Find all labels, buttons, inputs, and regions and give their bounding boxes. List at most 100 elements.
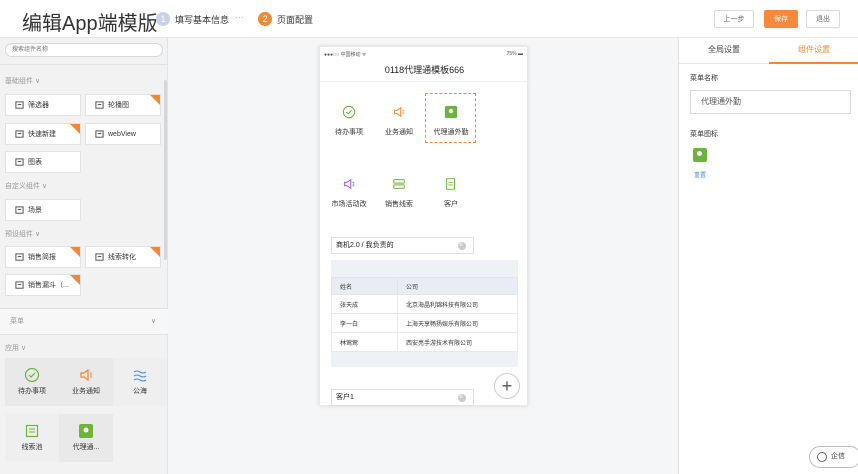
component-quick-create[interactable]: 快速新建 [5, 123, 81, 145]
chat-button[interactable]: 企信 [809, 446, 858, 468]
carrier-text: ●●●○○ 中国移动 ᯤ [324, 52, 367, 58]
app-agent-field[interactable]: 代理通... [59, 414, 113, 462]
component-carousel[interactable]: 轮播图 [85, 94, 161, 116]
phone-item-notice[interactable]: 业务通知 [373, 105, 425, 137]
phone-item-customer[interactable]: 客户 [425, 177, 477, 209]
component-icon [95, 130, 104, 138]
app-notice[interactable]: 业务通知 [59, 358, 113, 406]
component-label: 快速新建 [28, 131, 56, 138]
component-chart[interactable]: 图表 [5, 151, 81, 173]
step-2[interactable]: 2 页面配置 [258, 12, 313, 26]
app-label: 公海 [133, 388, 147, 395]
filter-label: 商机2.0 / 我负责的 [336, 242, 394, 249]
custom-section-header[interactable]: 自定义组件 ∨ [5, 181, 47, 191]
table-cell: 林莺莺 [331, 332, 398, 352]
megaphone-icon [394, 106, 405, 118]
component-label: 线索转化 [108, 254, 136, 261]
table-row[interactable]: 张天成 北京海晶利锦科技有限公司 [331, 294, 518, 314]
component-icon [95, 253, 104, 261]
clear-icon[interactable] [458, 390, 466, 405]
settings-panel: 全局设置 组件设置 菜单名称 代理通外勤 菜单图标 重置 [678, 38, 858, 474]
component-icon [95, 101, 104, 109]
step-2-number: 2 [258, 12, 272, 26]
component-label: 场景 [28, 207, 42, 214]
component-label: 图表 [28, 159, 42, 166]
prev-button[interactable]: 上一步 [714, 10, 754, 28]
tab-global-settings[interactable]: 全局设置 [679, 38, 769, 64]
component-label: webView [108, 130, 136, 138]
step-divider: ··· [235, 12, 244, 22]
table-container: 姓名 公司 张天成 北京海晶利锦科技有限公司 李一白 上海天享畅扬娱乐有限公司 … [331, 260, 518, 367]
reset-link[interactable]: 重置 [694, 170, 706, 179]
search-input[interactable] [5, 43, 163, 57]
basic-section-header[interactable]: 基础组件 ∨ [5, 76, 40, 86]
item-label: 销售线索 [385, 201, 413, 208]
exit-button[interactable]: 退出 [806, 10, 840, 28]
app-lead-pool[interactable]: 线索池 [5, 414, 59, 462]
phone-preview: ●●●○○ 中国移动 ᯤ 75% ▬ 0118代理通模板666 待办事项 业务通… [319, 46, 529, 406]
component-scene[interactable]: 场景 [5, 199, 81, 221]
phone-item-todo[interactable]: 待办事项 [323, 105, 375, 137]
app-label: 业务通知 [72, 388, 100, 395]
table-cell: 西安亮手游技术有限公司 [397, 332, 518, 352]
app-label: 线索池 [21, 444, 43, 451]
app-label: 代理通... [72, 444, 100, 451]
menu-collapse-row[interactable]: 菜单 ∨ [0, 308, 168, 335]
component-sales-funnel[interactable]: 销售漏斗（... [5, 274, 81, 296]
component-sidebar: 基础组件 ∨ 筛选器 轮播图 快速新建 webView 图表 自定义组件 ∨ 场… [0, 38, 168, 474]
app-section-header[interactable]: 应用 ∨ [5, 343, 26, 353]
table-cell: 北京海晶利锦科技有限公司 [397, 294, 518, 314]
component-label: 筛选器 [28, 102, 49, 109]
divider [320, 81, 529, 82]
menu-name-input[interactable]: 代理通外勤 [690, 90, 851, 114]
filter-selector-customer[interactable]: 客户1 [331, 389, 474, 406]
app-public-sea[interactable]: 公海 [113, 358, 167, 406]
list-box-icon [25, 424, 39, 438]
component-icon [15, 158, 24, 166]
item-label: 代理通外勤 [433, 129, 469, 136]
page-title: 编辑App端模版 [22, 13, 158, 35]
component-filter[interactable]: 筛选器 [5, 94, 81, 116]
filter-selector[interactable]: 商机2.0 / 我负责的 [331, 237, 474, 254]
battery-text: 75% ▬ [506, 51, 523, 57]
sidebar-scrollbar[interactable] [164, 80, 167, 260]
megaphone-icon [80, 368, 92, 382]
document-icon [446, 178, 455, 190]
tab-component-settings[interactable]: 组件设置 [769, 38, 858, 64]
item-label: 市场活动改 [331, 201, 367, 208]
component-icon [15, 206, 24, 214]
phone-item-leads[interactable]: 销售线索 [373, 177, 425, 209]
step-1-label: 填写基本信息 [175, 14, 230, 25]
preset-section-header[interactable]: 预设组件 ∨ [5, 229, 40, 239]
clear-icon[interactable] [458, 238, 466, 253]
phone-item-campaign[interactable]: 市场活动改 [323, 177, 375, 209]
status-bar: ●●●○○ 中国移动 ᯤ 75% ▬ [320, 47, 529, 61]
component-label: 轮播图 [108, 102, 129, 109]
component-webview[interactable]: webView [85, 123, 161, 145]
add-button[interactable]: + [494, 373, 520, 399]
component-label: 销售简报 [28, 254, 56, 261]
location-icon[interactable] [693, 148, 707, 162]
step-1-number: 1 [156, 12, 170, 26]
component-icon [15, 253, 24, 261]
phone-item-agent-field[interactable]: 代理通外勤 [425, 105, 477, 137]
phone-title: 0118代理通模板666 [384, 65, 465, 75]
app-todo[interactable]: 待办事项 [5, 358, 59, 406]
waves-icon [133, 370, 147, 382]
check-circle-icon [24, 367, 40, 383]
location-icon [444, 105, 458, 119]
component-lead-conversion[interactable]: 线索转化 [85, 246, 161, 268]
column-header: 姓名 [331, 277, 398, 295]
component-icon [15, 130, 24, 138]
location-icon [79, 424, 93, 438]
step-1[interactable]: 1 填写基本信息 [156, 12, 229, 26]
component-icon [15, 281, 24, 289]
save-button[interactable]: 保存 [764, 10, 798, 28]
column-header: 公司 [397, 277, 518, 295]
table-row[interactable]: 李一白 上海天享畅扬娱乐有限公司 [331, 313, 518, 333]
table-row[interactable]: 林莺莺 西安亮手游技术有限公司 [331, 332, 518, 352]
funnel-icon [393, 179, 405, 189]
table-cell: 上海天享畅扬娱乐有限公司 [397, 313, 518, 333]
step-2-label: 页面配置 [277, 14, 314, 25]
component-sales-brief[interactable]: 销售简报 [5, 246, 81, 268]
